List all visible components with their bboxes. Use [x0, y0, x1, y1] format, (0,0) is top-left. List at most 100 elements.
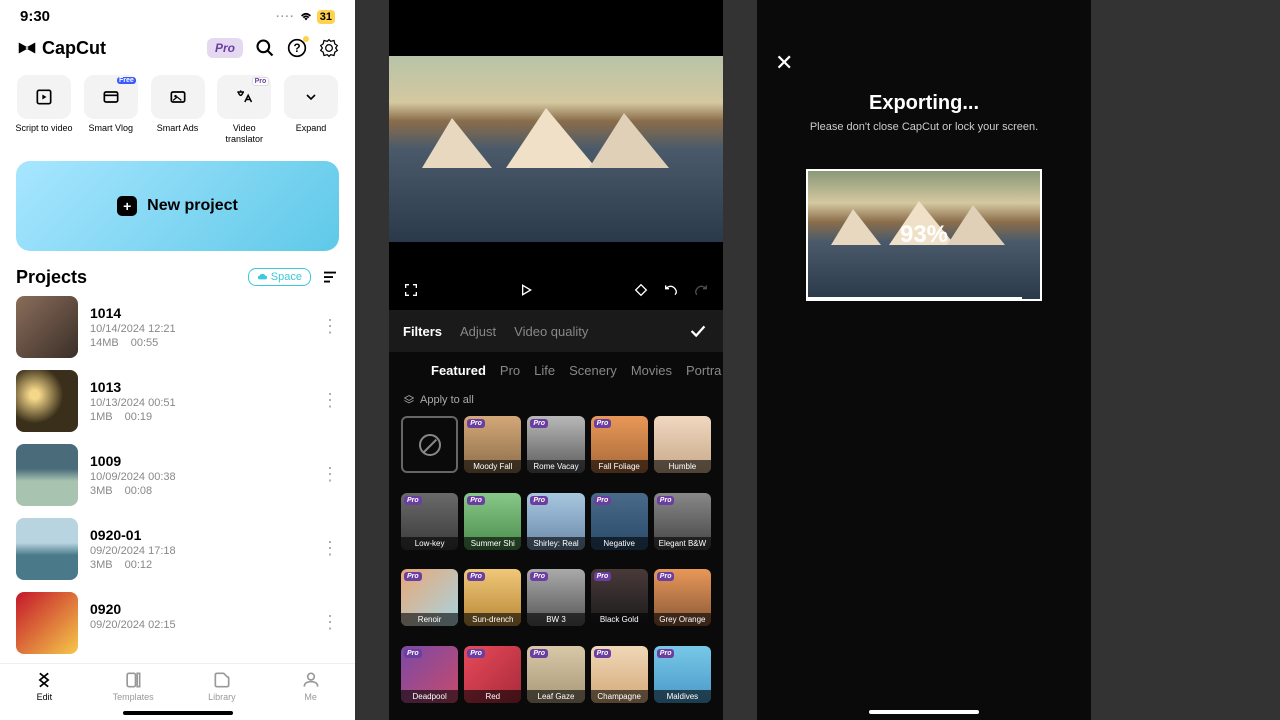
project-thumbnail: [16, 370, 78, 432]
nav-me[interactable]: Me: [266, 670, 355, 702]
filter-deadpool[interactable]: Pro Deadpool: [401, 646, 458, 703]
filter-black-gold[interactable]: Pro Black Gold: [591, 569, 648, 626]
category-life[interactable]: Life: [534, 363, 555, 378]
pro-tag: Pro: [594, 649, 612, 658]
filter-red[interactable]: Pro Red: [464, 646, 521, 703]
project-item[interactable]: 1014 10/14/2024 12:21 14MB00:55 ⋮: [16, 296, 339, 358]
pro-tag: Pro: [594, 419, 612, 428]
project-meta: 3MB00:12: [90, 559, 309, 571]
projects-header: Projects Space: [0, 259, 355, 296]
filter-bw-3[interactable]: Pro BW 3: [527, 569, 584, 626]
fullscreen-icon[interactable]: [403, 282, 419, 298]
category-featured[interactable]: Featured: [431, 363, 486, 378]
tool-video-translator[interactable]: ProVideo translator: [214, 75, 274, 145]
layers-icon: [403, 394, 415, 406]
nav-library[interactable]: Library: [178, 670, 267, 702]
project-date: 09/20/2024 17:18: [90, 545, 309, 557]
filter-label: Rome Vacay: [527, 460, 584, 473]
filter-rome-vacay[interactable]: Pro Rome Vacay: [527, 416, 584, 473]
filter-categories[interactable]: Featured Pro Life Scenery Movies Portra: [389, 352, 723, 388]
nav-templates[interactable]: Templates: [89, 670, 178, 702]
project-name: 1013: [90, 379, 309, 395]
filter-fall-foliage[interactable]: Pro Fall Foliage: [591, 416, 648, 473]
help-icon[interactable]: ?: [287, 38, 307, 58]
tab-filters[interactable]: Filters: [403, 324, 442, 339]
home-indicator[interactable]: [869, 710, 979, 714]
filter-label: Renoir: [401, 613, 458, 626]
more-icon[interactable]: ⋮: [321, 390, 339, 411]
filter-none[interactable]: [401, 416, 458, 473]
export-preview: 93%: [806, 169, 1042, 301]
more-icon[interactable]: ⋮: [321, 464, 339, 485]
category-pro[interactable]: Pro: [500, 363, 520, 378]
filter-label: Red: [464, 690, 521, 703]
cloud-icon: [257, 272, 268, 283]
filter-sun-drench[interactable]: Pro Sun-drench: [464, 569, 521, 626]
filter-shirley--real[interactable]: Pro Shirley: Real: [527, 493, 584, 550]
play-icon[interactable]: [518, 282, 534, 298]
search-icon[interactable]: [255, 38, 275, 58]
edit-tabs: Filters Adjust Video quality: [389, 310, 723, 352]
space-button[interactable]: Space: [248, 268, 311, 286]
project-thumbnail: [16, 592, 78, 654]
filter-negative[interactable]: Pro Negative: [591, 493, 648, 550]
export-percent: 93%: [900, 221, 948, 249]
pro-tag: Pro: [594, 572, 612, 581]
project-name: 1009: [90, 453, 309, 469]
project-meta: 3MB00:08: [90, 485, 309, 497]
keyframe-icon[interactable]: [633, 282, 649, 298]
filter-maldives[interactable]: Pro Maldives: [654, 646, 711, 703]
filter-humble[interactable]: Humble: [654, 416, 711, 473]
redo-icon[interactable]: [693, 282, 709, 298]
home-indicator[interactable]: [123, 711, 233, 715]
filter-moody-fall[interactable]: Pro Moody Fall: [464, 416, 521, 473]
filter-champagne[interactable]: Pro Champagne: [591, 646, 648, 703]
pro-tag: Pro: [530, 419, 548, 428]
tool-smart-ads[interactable]: Smart Ads: [148, 75, 208, 145]
filter-summer-shi[interactable]: Pro Summer Shi: [464, 493, 521, 550]
tool-smart-vlog[interactable]: FreeSmart Vlog: [81, 75, 141, 145]
project-item[interactable]: 1009 10/09/2024 00:38 3MB00:08 ⋮: [16, 444, 339, 506]
category-movies[interactable]: Movies: [631, 363, 672, 378]
status-time: 9:30: [20, 8, 50, 25]
more-icon[interactable]: ⋮: [321, 538, 339, 559]
settings-icon[interactable]: [319, 38, 339, 58]
filter-low-key[interactable]: Pro Low-key: [401, 493, 458, 550]
category-portra[interactable]: Portra: [686, 363, 721, 378]
project-item[interactable]: 1013 10/13/2024 00:51 1MB00:19 ⋮: [16, 370, 339, 432]
filter-leaf-gaze[interactable]: Pro Leaf Gaze: [527, 646, 584, 703]
sort-icon[interactable]: [321, 268, 339, 286]
confirm-icon[interactable]: [687, 320, 709, 342]
filters-grid[interactable]: Pro Moody Fall Pro Rome Vacay Pro Fall F…: [389, 412, 723, 720]
home-screen: 9:30 ···· 31 CapCut Pro ? Script to vide…: [0, 0, 355, 720]
more-icon[interactable]: ⋮: [321, 316, 339, 337]
apply-to-all[interactable]: Apply to all: [389, 388, 723, 412]
tool-script-to-video[interactable]: Script to video: [14, 75, 74, 145]
pro-tag: Pro: [657, 496, 675, 505]
filter-label: Humble: [654, 460, 711, 473]
project-name: 0920-01: [90, 527, 309, 543]
tab-video-quality[interactable]: Video quality: [514, 324, 588, 339]
filter-renoir[interactable]: Pro Renoir: [401, 569, 458, 626]
filter-grey-orange[interactable]: Pro Grey Orange: [654, 569, 711, 626]
video-preview[interactable]: [389, 0, 723, 310]
more-icon[interactable]: ⋮: [321, 612, 339, 633]
project-item[interactable]: 0920-01 09/20/2024 17:18 3MB00:12 ⋮: [16, 518, 339, 580]
undo-icon[interactable]: [663, 282, 679, 298]
filter-label: Fall Foliage: [591, 460, 648, 473]
category-scenery[interactable]: Scenery: [569, 363, 617, 378]
tab-adjust[interactable]: Adjust: [460, 324, 496, 339]
pro-tag: Pro: [467, 496, 485, 505]
battery-indicator: 31: [317, 10, 335, 24]
filter-elegant-b-w[interactable]: Pro Elegant B&W: [654, 493, 711, 550]
project-item[interactable]: 0920 09/20/2024 02:15 ⋮: [16, 592, 339, 654]
pro-badge[interactable]: Pro: [207, 38, 243, 58]
new-project-button[interactable]: + New project: [16, 161, 339, 251]
editor-screen: Filters Adjust Video quality Featured Pro Li…: [389, 0, 723, 720]
tool-expand[interactable]: Expand: [281, 75, 341, 145]
projects-list[interactable]: 1014 10/14/2024 12:21 14MB00:55 ⋮ 1013 1…: [0, 296, 355, 663]
close-icon[interactable]: ✕: [775, 50, 793, 76]
project-date: 10/09/2024 00:38: [90, 471, 309, 483]
nav-edit[interactable]: Edit: [0, 670, 89, 702]
pro-tag: Pro: [530, 496, 548, 505]
